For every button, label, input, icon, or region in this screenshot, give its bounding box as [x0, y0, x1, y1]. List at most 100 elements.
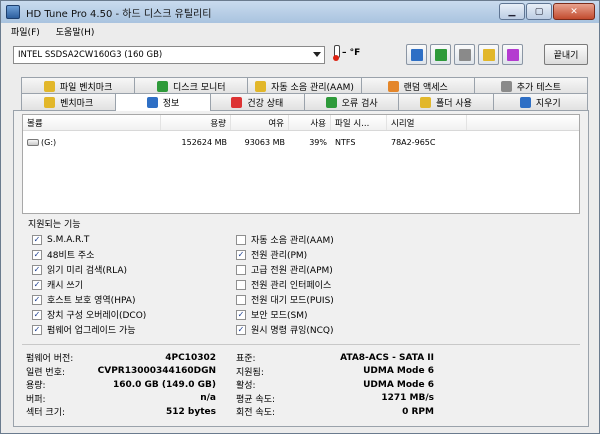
feature-hpa[interactable]: ✓ 호스트 보호 영역(HPA) [32, 292, 146, 307]
menu-file[interactable]: 파일(F) [11, 25, 40, 38]
feature-power-interface[interactable]: 전원 관리 인터페이스 [236, 277, 334, 292]
tab-error-scan[interactable]: 오류 검사 [303, 93, 400, 110]
screenshot-button[interactable] [454, 44, 475, 65]
temperature-readout: – °F [333, 45, 360, 61]
tab-aam[interactable]: 자동 소음 관리(AAM) [247, 77, 362, 94]
thermometer-icon [333, 45, 340, 61]
partition-list[interactable]: 볼륨 용량 여유 사용 파일 시... 시리얼 (G:) 152624 MB 9… [22, 114, 580, 214]
copy-button[interactable] [406, 44, 427, 65]
screenshot-icon [458, 48, 471, 61]
info-capacity: 용량: 160.0 GB (149.0 GB) [26, 379, 216, 392]
checkbox-icon [236, 234, 246, 245]
options-button[interactable] [478, 44, 499, 65]
tab-erase[interactable]: 지우기 [492, 93, 588, 110]
feature-security[interactable]: ✓ 보안 모드(SM) [236, 307, 334, 322]
benchmark-icon [44, 96, 56, 108]
feature-ncq[interactable]: ✓ 원시 명령 큐잉(NCQ) [236, 322, 334, 337]
close-button[interactable]: ✕ [553, 3, 595, 20]
info-buffer: 버퍼: n/a [26, 393, 216, 405]
toolbar: INTEL SSDSA2CW160G3 (160 GB) – °F 끝내기 [1, 40, 599, 70]
checkbox-icon: ✓ [32, 324, 42, 335]
checkbox-icon: ✓ [32, 234, 42, 245]
tab-file-benchmark[interactable]: 파일 벤치마크 [21, 77, 136, 94]
features-right: 자동 소음 관리(AAM) ✓ 전원 관리(PM) 고급 전원 관리(APM) 전… [236, 232, 334, 337]
feature-48bit[interactable]: ✓ 48비트 주소 [32, 247, 146, 262]
cell-free: 93063 MB [244, 137, 285, 147]
feature-puis[interactable]: 전원 대기 모드(PUIS) [236, 292, 334, 307]
column-volume[interactable]: 볼륨 [23, 115, 161, 130]
checkbox-icon: ✓ [32, 309, 42, 320]
cell-serial: 78A2-965C [391, 137, 436, 147]
save-button[interactable] [430, 44, 451, 65]
download-arrow-icon [506, 48, 519, 61]
info-sector-size: 섹터 크기: 512 bytes [26, 406, 216, 419]
info-right: 표준: ATA8-ACS - SATA II 지원됨: UDMA Mode 6 활성… [236, 351, 434, 419]
maximize-button[interactable]: ▢ [526, 3, 552, 20]
tab-folder-usage[interactable]: 폴더 사용 [398, 93, 494, 110]
minimize-button[interactable]: ▁ [499, 3, 525, 20]
copy-icon [410, 48, 423, 61]
checkbox-icon: ✓ [236, 324, 246, 335]
tab-benchmark[interactable]: 벤치마크 [21, 93, 117, 110]
drive-icon [27, 138, 39, 146]
table-row[interactable]: (G:) 152624 MB 93063 MB 39% NTFS 78A2-96… [23, 135, 579, 149]
info-active: 활성: UDMA Mode 6 [236, 379, 434, 392]
tab-row-1: 파일 벤치마크 디스크 모니터 자동 소음 관리(AAM) 랜덤 액세스 추가 … [21, 77, 589, 94]
toolbar-buttons [406, 44, 526, 65]
feature-pm[interactable]: ✓ 전원 관리(PM) [236, 247, 334, 262]
folder-icon [419, 96, 431, 108]
tab-extra-tests[interactable]: 추가 테스트 [473, 77, 589, 94]
info-serial: 일련 번호: CVPR13000344160DGN [26, 366, 216, 378]
exit-button[interactable]: 끝내기 [544, 44, 588, 65]
checkbox-icon: ✓ [236, 249, 246, 260]
info-rotation: 회전 속도: 0 RPM [236, 406, 434, 419]
cell-filesystem: NTFS [335, 137, 356, 147]
tab-row-2: 벤치마크 정보 건강 상태 오류 검사 폴더 사용 지우기 [21, 93, 588, 111]
feature-write-cache[interactable]: ✓ 캐시 쓰기 [32, 277, 146, 292]
feature-firmware-upgrade[interactable]: ✓ 펌웨어 업그레이드 가능 [32, 322, 146, 337]
column-used[interactable]: 사용 [289, 115, 331, 130]
feature-rla[interactable]: ✓ 읽기 미리 검색(RLA) [32, 262, 146, 277]
menu-bar: 파일(F) 도움말(H) [1, 23, 599, 40]
info-firmware: 펌웨어 버전: 4PC10302 [26, 352, 216, 365]
column-filesystem[interactable]: 파일 시... [331, 115, 387, 130]
column-capacity[interactable]: 용량 [161, 115, 231, 130]
info-supported: 지원됨: UDMA Mode 6 [236, 366, 434, 378]
save-icon [434, 48, 447, 61]
cell-capacity: 152624 MB [181, 137, 227, 147]
disk-monitor-icon [157, 80, 169, 92]
tab-info[interactable]: 정보 [115, 93, 211, 111]
dropdown-arrow-icon [313, 52, 321, 57]
window-title: HD Tune Pro 4.50 - 하드 디스크 유틸리티 [26, 8, 212, 20]
feature-apm[interactable]: 고급 전원 관리(APM) [236, 262, 334, 277]
drive-select[interactable]: INTEL SSDSA2CW160G3 (160 GB) [13, 46, 325, 64]
feature-dco[interactable]: ✓ 장치 구성 오버레이(DCO) [32, 307, 146, 322]
checkbox-icon: ✓ [32, 264, 42, 275]
checkbox-icon [236, 294, 246, 305]
tab-disk-monitor[interactable]: 디스크 모니터 [134, 77, 249, 94]
random-access-icon [387, 80, 399, 92]
tab-health[interactable]: 건강 상태 [209, 93, 305, 110]
app-window: HD Tune Pro 4.50 - 하드 디스크 유틸리티 ▁ ▢ ✕ 파일(… [0, 0, 600, 434]
checkbox-icon: ✓ [32, 279, 42, 290]
title-bar[interactable]: HD Tune Pro 4.50 - 하드 디스크 유틸리티 ▁ ▢ ✕ [1, 1, 599, 23]
feature-smart[interactable]: ✓ S.M.A.R.T [32, 232, 146, 247]
info-icon [146, 97, 158, 108]
feature-aam[interactable]: 자동 소음 관리(AAM) [236, 232, 334, 247]
download-button[interactable] [502, 44, 523, 65]
speaker-icon [255, 80, 267, 92]
tab-random-access[interactable]: 랜덤 액세스 [360, 77, 475, 94]
info-avg-speed: 평균 속도: 1271 MB/s [236, 393, 434, 405]
column-free[interactable]: 여유 [231, 115, 289, 130]
cell-used: 39% [309, 137, 327, 147]
erase-icon [519, 96, 531, 108]
menu-help[interactable]: 도움말(H) [56, 25, 95, 38]
info-panel: 볼륨 용량 여유 사용 파일 시... 시리얼 (G:) 152624 MB 9… [13, 110, 589, 427]
divider [22, 344, 580, 345]
partition-list-header: 볼륨 용량 여유 사용 파일 시... 시리얼 [23, 115, 579, 131]
features-left: ✓ S.M.A.R.T ✓ 48비트 주소 ✓ 읽기 미리 검색(RLA) ✓ 캐시 쓰… [32, 232, 146, 337]
window-controls: ▁ ▢ ✕ [498, 3, 595, 20]
temperature-value: – °F [342, 48, 361, 58]
column-serial[interactable]: 시리얼 [387, 115, 467, 130]
info-left: 펌웨어 버전: 4PC10302 일련 번호: CVPR13000344160DGN… [26, 351, 216, 419]
